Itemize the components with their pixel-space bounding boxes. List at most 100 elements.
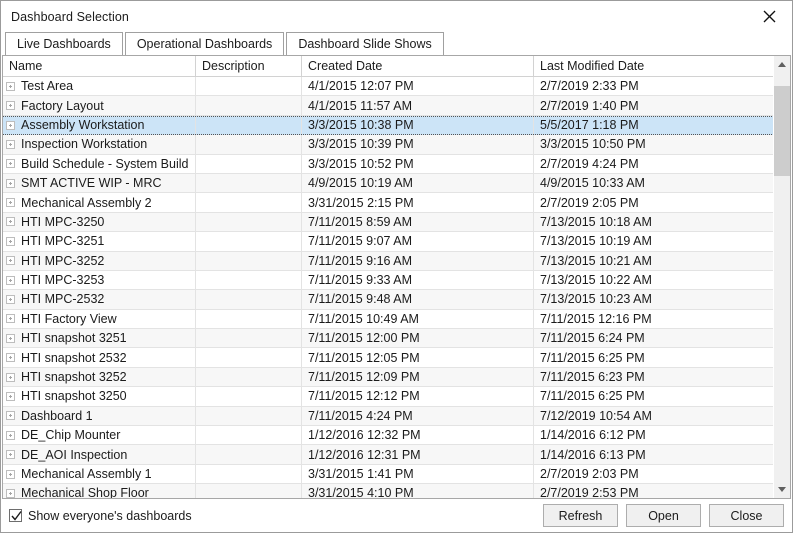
expand-plus-icon[interactable] [6,237,15,246]
cell-name: Dashboard 1 [3,407,196,425]
dashboard-grid: Name Description Created Date Last Modif… [2,55,791,499]
expand-plus-icon[interactable] [6,489,15,498]
cell-name-text: Assembly Workstation [21,118,144,132]
expand-plus-icon[interactable] [6,140,15,149]
expand-plus-icon[interactable] [6,373,15,382]
grid-header-row: Name Description Created Date Last Modif… [3,56,790,77]
open-button[interactable]: Open [626,504,701,527]
tab-label: Dashboard Slide Shows [298,37,431,51]
cell-description [196,117,302,134]
expand-plus-icon[interactable] [6,334,15,343]
cell-last-modified-date: 1/14/2016 6:12 PM [534,426,790,444]
cell-last-modified-date: 2/7/2019 2:53 PM [534,484,790,498]
table-row[interactable]: Build Schedule - System Build3/3/2015 10… [3,155,790,174]
cell-created-date: 4/1/2015 12:07 PM [302,77,534,95]
table-row[interactable]: DE_AOI Inspection1/12/2016 12:31 PM1/14/… [3,445,790,464]
cell-last-modified-date: 5/5/2017 1:18 PM [534,117,790,134]
table-row[interactable]: HTI snapshot 25327/11/2015 12:05 PM7/11/… [3,348,790,367]
cell-name-text: HTI MPC-3250 [21,215,104,229]
expand-plus-icon[interactable] [6,353,15,362]
scroll-up-icon[interactable] [774,56,790,73]
cell-name: Build Schedule - System Build [3,155,196,173]
tab-operational-dashboards[interactable]: Operational Dashboards [125,32,285,55]
table-row[interactable]: Inspection Workstation3/3/2015 10:39 PM3… [3,135,790,154]
cell-description [196,407,302,425]
table-row[interactable]: SMT ACTIVE WIP - MRC4/9/2015 10:19 AM4/9… [3,174,790,193]
table-row[interactable]: HTI MPC-25327/11/2015 9:48 AM7/13/2015 1… [3,290,790,309]
checkbox-label: Show everyone's dashboards [28,509,192,523]
cell-name: HTI MPC-3253 [3,271,196,289]
cell-name-text: Mechanical Shop Floor [21,486,149,498]
scrollbar-thumb[interactable] [774,86,790,176]
tab-dashboard-slide-shows[interactable]: Dashboard Slide Shows [286,32,443,55]
table-row[interactable]: Assembly Workstation3/3/2015 10:38 PM5/5… [3,116,790,135]
table-row[interactable]: Mechanical Assembly 13/31/2015 1:41 PM2/… [3,465,790,484]
cell-name-text: HTI MPC-3253 [21,273,104,287]
cell-name-text: HTI snapshot 3252 [21,370,127,384]
cell-name-text: Factory Layout [21,99,104,113]
cell-created-date: 1/12/2016 12:32 PM [302,426,534,444]
table-row[interactable]: HTI MPC-32507/11/2015 8:59 AM7/13/2015 1… [3,213,790,232]
cell-description [196,426,302,444]
column-header-name[interactable]: Name [3,56,196,76]
table-row[interactable]: HTI MPC-32517/11/2015 9:07 AM7/13/2015 1… [3,232,790,251]
expand-plus-icon[interactable] [6,256,15,265]
cell-created-date: 3/31/2015 1:41 PM [302,465,534,483]
expand-plus-icon[interactable] [6,82,15,91]
column-header-last-modified-date[interactable]: Last Modified Date [534,56,790,76]
expand-plus-icon[interactable] [6,179,15,188]
scroll-down-icon[interactable] [774,481,790,498]
table-row[interactable]: DE_Chip Mounter 1/12/2016 12:32 PM1/14/20… [3,426,790,445]
table-row[interactable]: HTI snapshot 32517/11/2015 12:00 PM7/11/… [3,329,790,348]
table-row[interactable]: Dashboard 17/11/2015 4:24 PM7/12/2019 10… [3,407,790,426]
window-title: Dashboard Selection [1,10,129,24]
table-row[interactable]: HTI Factory View7/11/2015 10:49 AM7/11/2… [3,310,790,329]
table-row[interactable]: Factory Layout4/1/2015 11:57 AM2/7/2019 … [3,96,790,115]
expand-plus-icon[interactable] [6,314,15,323]
cell-name-text: HTI snapshot 3251 [21,331,127,345]
expand-plus-icon[interactable] [6,121,15,130]
expand-plus-icon[interactable] [6,101,15,110]
tab-live-dashboards[interactable]: Live Dashboards [5,32,123,55]
table-row[interactable]: HTI snapshot 32507/11/2015 12:12 PM7/11/… [3,387,790,406]
expand-plus-icon[interactable] [6,276,15,285]
cell-name: Inspection Workstation [3,135,196,153]
cell-created-date: 7/11/2015 12:12 PM [302,387,534,405]
table-row[interactable]: HTI snapshot 32527/11/2015 12:09 PM7/11/… [3,368,790,387]
cell-created-date: 7/11/2015 12:00 PM [302,329,534,347]
cell-last-modified-date: 2/7/2019 2:03 PM [534,465,790,483]
scrollbar-track[interactable] [774,73,790,481]
expand-plus-icon[interactable] [6,470,15,479]
dialog-footer: Show everyone's dashboards Refresh Open … [1,499,792,532]
cell-name: DE_AOI Inspection [3,445,196,463]
close-button[interactable]: Close [709,504,784,527]
expand-plus-icon[interactable] [6,159,15,168]
cell-name-text: Test Area [21,79,73,93]
show-everyones-dashboards-checkbox[interactable]: Show everyone's dashboards [9,509,192,523]
vertical-scrollbar[interactable] [773,56,790,498]
expand-plus-icon[interactable] [6,431,15,440]
cell-name: DE_Chip Mounter [3,426,196,444]
refresh-button[interactable]: Refresh [543,504,618,527]
table-row[interactable]: Mechanical Assembly 23/31/2015 2:15 PM2/… [3,193,790,212]
expand-plus-icon[interactable] [6,392,15,401]
cell-description [196,271,302,289]
expand-plus-icon[interactable] [6,411,15,420]
cell-name-text: Mechanical Assembly 2 [21,196,152,210]
cell-description [196,368,302,386]
cell-created-date: 1/12/2016 12:31 PM [302,445,534,463]
column-header-created-date[interactable]: Created Date [302,56,534,76]
window-close-icon[interactable] [747,1,792,31]
checkbox-box[interactable] [9,509,22,522]
cell-created-date: 3/3/2015 10:39 PM [302,135,534,153]
column-header-description[interactable]: Description [196,56,302,76]
expand-plus-icon[interactable] [6,198,15,207]
cell-name: SMT ACTIVE WIP - MRC [3,174,196,192]
table-row[interactable]: Test Area4/1/2015 12:07 PM2/7/2019 2:33 … [3,77,790,96]
expand-plus-icon[interactable] [6,217,15,226]
table-row[interactable]: Mechanical Shop Floor3/31/2015 4:10 PM2/… [3,484,790,498]
table-row[interactable]: HTI MPC-32537/11/2015 9:33 AM7/13/2015 1… [3,271,790,290]
expand-plus-icon[interactable] [6,295,15,304]
table-row[interactable]: HTI MPC-32527/11/2015 9:16 AM7/13/2015 1… [3,252,790,271]
expand-plus-icon[interactable] [6,450,15,459]
